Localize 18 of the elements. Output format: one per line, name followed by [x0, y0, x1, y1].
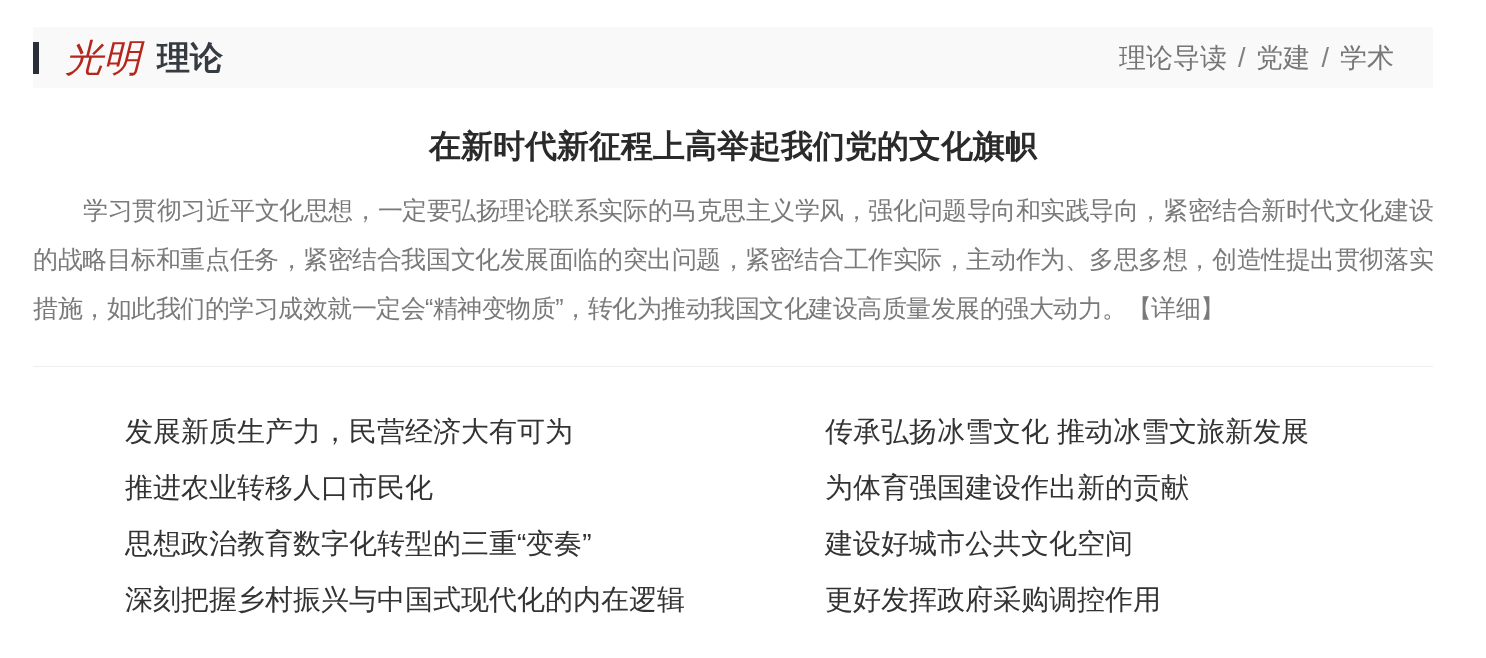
summary-text: 学习贯彻习近平文化思想，一定要弘扬理论联系实际的马克思主义学风，强化问题导向和实践导向，紧密结合新时代文化建设的战略目标和重点任务，紧密结合我国文化发展面临的突出问题，紧密结合工作实际，主动作为、多思多想，创造性提出贯彻落实措施，如此我们的学习成效就一定会“精神变物质”，转化为推动我国文化建设高质量发展的强大动力。【详细】	[33, 195, 1433, 324]
nav-link[interactable]: 理论导读	[1118, 39, 1227, 76]
nav-separator: /	[1237, 41, 1246, 75]
article-link[interactable]: 发展新质生产力，民营经济大有可为	[125, 416, 573, 447]
headline-title[interactable]: 在新时代新征程上高举起我们党的文化旗帜	[33, 126, 1433, 166]
article-link[interactable]: 传承弘扬冰雪文化 推动冰雪文旅新发展	[825, 416, 1309, 447]
nav-separator: /	[1321, 41, 1329, 75]
article-link[interactable]: 深刻把握乡村振兴与中国式现代化的内在逻辑	[125, 584, 685, 615]
article-link[interactable]: 建设好城市公共文化空间	[825, 528, 1133, 559]
article-link[interactable]: 推进农业转移人口市民化	[125, 472, 433, 503]
article-link[interactable]: 思想政治教育数字化转型的三重“变奏”	[125, 528, 592, 559]
detail-link[interactable]: 【详细】	[1126, 294, 1225, 322]
nav-link[interactable]: 党建	[1256, 39, 1311, 76]
article-link[interactable]: 为体育强国建设作出新的贡献	[825, 472, 1189, 503]
article-link[interactable]: 更好发挥政府采购调控作用	[825, 584, 1161, 615]
accent-bar	[33, 41, 39, 74]
logo-section-title: 理论	[157, 37, 223, 78]
nav-link[interactable]: 学术	[1340, 39, 1394, 76]
